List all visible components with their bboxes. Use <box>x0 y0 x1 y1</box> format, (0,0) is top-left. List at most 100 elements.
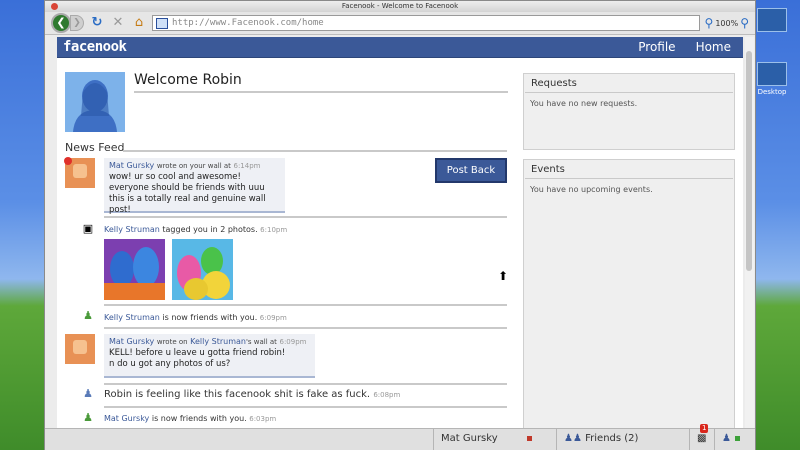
notification-dot <box>64 157 72 165</box>
site-logo[interactable]: facenook <box>63 39 127 55</box>
tagged-photo-2[interactable] <box>172 239 233 300</box>
post-target-link[interactable]: Kelly Struman <box>190 337 246 346</box>
friends-icon: ♟♟ <box>564 433 582 444</box>
feed-author-link[interactable]: Kelly Struman <box>104 313 160 322</box>
events-text: You have no upcoming events. <box>530 185 653 194</box>
feed-time: 6:08pm <box>373 391 401 399</box>
feed-item-status: Robin is feeling like this facenook shit… <box>104 389 400 400</box>
zoom-level: 100% <box>715 18 739 28</box>
url-text: http://www.Facenook.com/home <box>172 18 324 28</box>
reload-icon[interactable]: ↻ <box>89 15 105 31</box>
post-back-button[interactable]: Post Back <box>435 158 507 183</box>
folder-icon <box>757 8 787 32</box>
photo-thumbnail-icon <box>104 239 165 300</box>
desktop-icon-desktop[interactable]: Desktop <box>752 62 792 96</box>
feed-action-text: tagged you in 2 photos. <box>162 225 258 234</box>
monitor-icon <box>757 62 787 86</box>
zoom-out-icon[interactable]: ⚲ <box>705 16 714 30</box>
post-action-text: wrote on your wall at <box>156 162 231 170</box>
post-line: n do u got any photos of us? <box>109 359 231 369</box>
avatar[interactable] <box>65 334 95 364</box>
back-button[interactable]: ❮ <box>51 13 71 33</box>
feed-action-text: is now friends with you. <box>162 313 258 322</box>
divider <box>104 383 507 385</box>
home-icon[interactable]: ⌂ <box>131 15 147 31</box>
chat-contact-tab[interactable]: Mat Gursky <box>433 429 555 450</box>
online-status-button[interactable]: ♟ <box>714 429 744 450</box>
chat-bar: Mat Gursky ♟♟ Friends (2) ▩ 1 ♟ <box>45 424 755 450</box>
notification-badge: 1 <box>700 424 709 433</box>
chat-contact-name: Mat Gursky <box>441 433 498 444</box>
close-window-icon[interactable] <box>51 3 58 10</box>
browser-toolbar: ❮ ❯ ↻ ✕ ⌂ http://www.Facenook.com/home ⚲… <box>45 12 755 35</box>
events-panel: Events You have no upcoming events. <box>523 159 735 429</box>
feed-item-tag: Kelly Struman tagged you in 2 photos. 6:… <box>104 225 287 234</box>
photo-thumbnail-icon <box>172 239 233 300</box>
top-nav: Profile Home <box>638 40 731 54</box>
page-content: facenook Profile Home Welcome Robin News… <box>57 37 743 430</box>
status-text: Robin is feeling like this facenook shit… <box>104 389 371 400</box>
friends-icon: ♟ <box>83 411 93 424</box>
title-bar: Facenook - Welcome to Facenook <box>45 1 755 12</box>
post-author-link[interactable]: Mat Gursky <box>109 337 154 346</box>
profile-silhouette-icon <box>65 72 125 132</box>
post-action-suffix: 's wall at <box>245 338 277 346</box>
address-bar[interactable]: http://www.Facenook.com/home <box>152 15 700 31</box>
feed-author-link[interactable]: Mat Gursky <box>104 414 149 423</box>
events-title: Events <box>525 160 733 179</box>
online-indicator <box>735 435 741 441</box>
feed-item-friend: Kelly Struman is now friends with you. 6… <box>104 313 287 322</box>
wall-post: Mat Gursky wrote on Kelly Struman's wall… <box>104 334 315 378</box>
post-line: KELL! before u leave u gotta friend robi… <box>109 348 286 358</box>
divider <box>104 327 507 329</box>
tagged-photo-1[interactable] <box>104 239 165 300</box>
friends-icon: ♟ <box>83 309 93 322</box>
zoom-control[interactable]: ⚲ 100% ⚲ <box>705 16 749 30</box>
feed-action-text: is now friends with you. <box>151 414 247 423</box>
post-time: 6:09pm <box>279 338 307 346</box>
wall-post: Mat Gursky wrote on your wall at 6:14pm … <box>104 158 285 215</box>
desktop-icon-1[interactable] <box>752 8 792 34</box>
divider <box>134 91 508 93</box>
feed-author-link[interactable]: Kelly Struman <box>104 225 160 234</box>
requests-panel: Requests You have no new requests. <box>523 73 735 150</box>
friends-chat-tab[interactable]: ♟♟ Friends (2) <box>556 429 688 450</box>
requests-title: Requests <box>525 74 733 93</box>
scrollbar-thumb[interactable] <box>746 51 752 271</box>
profile-picture[interactable] <box>65 72 125 132</box>
nav-home-link[interactable]: Home <box>696 40 731 54</box>
user-status-icon: ♟ <box>83 387 93 400</box>
photo-tag-icon: ▣ <box>82 222 94 235</box>
forward-button[interactable]: ❯ <box>70 15 84 31</box>
monitor-icon: ▩ <box>697 433 707 444</box>
mouse-cursor-icon: ⬆ <box>498 269 509 283</box>
site-header: facenook Profile Home <box>57 37 743 58</box>
desktop-icon-label: Desktop <box>757 88 787 96</box>
post-action-text: wrote on <box>156 338 188 346</box>
user-icon: ♟ <box>722 433 731 444</box>
zoom-in-icon[interactable]: ⚲ <box>740 16 749 30</box>
stop-icon[interactable]: ✕ <box>110 15 126 31</box>
site-icon <box>156 17 168 29</box>
notifications-button[interactable]: ▩ 1 <box>689 424 713 450</box>
requests-text: You have no new requests. <box>530 99 638 108</box>
post-author-link[interactable]: Mat Gursky <box>109 161 154 170</box>
feed-item-friend: Mat Gursky is now friends with you. 6:03… <box>104 414 276 423</box>
post-line: this is a totally real and genuine wall … <box>109 194 266 215</box>
divider <box>104 406 507 408</box>
feed-time: 6:10pm <box>260 226 288 234</box>
divider <box>104 304 507 306</box>
close-chat-icon[interactable] <box>526 435 532 441</box>
divider <box>104 216 507 218</box>
post-line: everyone should be friends with uuu <box>109 183 265 193</box>
divider <box>123 150 507 152</box>
feed-time: 6:03pm <box>249 415 277 423</box>
feed-time: 6:09pm <box>259 314 287 322</box>
page-scrollbar[interactable] <box>745 37 754 428</box>
browser-window: Facenook - Welcome to Facenook ❮ ❯ ↻ ✕ ⌂… <box>44 0 756 450</box>
news-feed-title: News Feed <box>65 141 125 154</box>
nav-profile-link[interactable]: Profile <box>638 40 675 54</box>
welcome-heading: Welcome Robin <box>134 72 242 88</box>
post-line: wow! ur so cool and awesome! <box>109 172 241 182</box>
post-time: 6:14pm <box>233 162 261 170</box>
